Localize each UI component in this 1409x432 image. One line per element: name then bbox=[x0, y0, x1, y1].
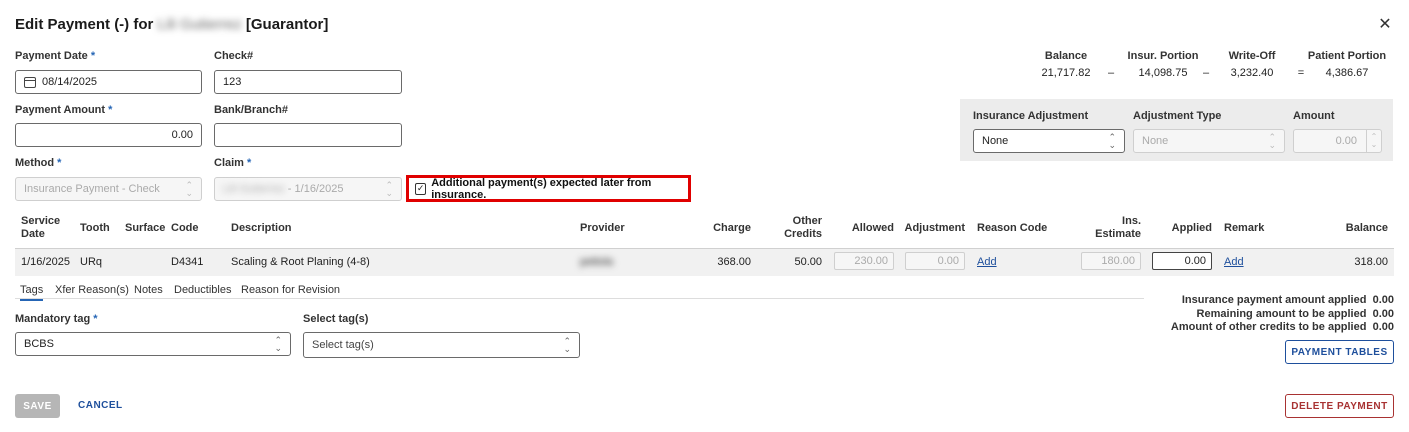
claim-date: - 1/16/2025 bbox=[284, 183, 344, 195]
reason-code-add-link[interactable]: Add bbox=[977, 256, 997, 268]
select-arrows-icon: ⌃ ⌄ bbox=[185, 180, 193, 198]
col-applied: Applied bbox=[1171, 222, 1212, 234]
adjustment-type-select[interactable]: None ⌃ ⌄ bbox=[1133, 129, 1285, 153]
col-adjustment: Adjustment bbox=[904, 222, 966, 234]
cancel-button[interactable]: CANCEL bbox=[78, 400, 123, 411]
remaining-amount: Remaining amount to be applied 0.00 bbox=[1196, 308, 1394, 320]
col-code: Code bbox=[171, 222, 199, 234]
tab-xfer-reasons[interactable]: Xfer Reason(s) bbox=[55, 284, 129, 296]
delete-payment-button[interactable]: DELETE PAYMENT bbox=[1285, 394, 1394, 418]
claim-select[interactable]: Lili Gutierrez - 1/16/2025 ⌃ ⌄ bbox=[214, 177, 402, 201]
col-reason-code: Reason Code bbox=[977, 222, 1048, 234]
adjustment-type-label: Adjustment Type bbox=[1133, 110, 1222, 122]
col-allowed: Allowed bbox=[851, 222, 894, 234]
insurance-adjustment-select[interactable]: None ⌃ ⌄ bbox=[973, 129, 1125, 153]
select-arrows-icon: ⌃ ⌄ bbox=[563, 336, 571, 354]
applied-input[interactable]: 0.00 bbox=[1152, 252, 1212, 270]
close-icon[interactable]: ✕ bbox=[1378, 14, 1392, 34]
payment-date-value: 08/14/2025 bbox=[42, 76, 98, 88]
method-select[interactable]: Insurance Payment - Check ⌃ ⌄ bbox=[15, 177, 202, 201]
payment-amount-input[interactable]: 0.00 bbox=[15, 123, 202, 147]
amount-label: Amount bbox=[1293, 110, 1335, 122]
tab-deductibles[interactable]: Deductibles bbox=[174, 284, 231, 296]
col-provider: Provider bbox=[580, 222, 625, 234]
method-value: Insurance Payment - Check bbox=[24, 183, 160, 195]
method-label: Method * bbox=[15, 157, 62, 169]
claim-name: Lili Gutierrez bbox=[223, 183, 285, 195]
write-off-value: 3,232.40 bbox=[1230, 67, 1274, 79]
calendar-icon bbox=[24, 76, 36, 88]
select-arrows-icon: ⌃ ⌄ bbox=[1108, 132, 1116, 150]
additional-payment-label: Additional payment(s) expected later fro… bbox=[431, 176, 652, 201]
check-number-label: Check# bbox=[214, 50, 254, 62]
cell-tooth: URq bbox=[80, 256, 103, 268]
insur-portion-value: 14,098.75 bbox=[1138, 67, 1188, 79]
col-surface: Surface bbox=[125, 222, 166, 234]
cell-provider: pettola bbox=[580, 256, 614, 268]
amount-stepper[interactable]: ⌃ ⌄ bbox=[1366, 130, 1381, 152]
minus-sign: – bbox=[1107, 67, 1115, 79]
select-tags-select[interactable]: Select tag(s) ⌃ ⌄ bbox=[303, 332, 580, 358]
col-balance: Balance bbox=[1345, 222, 1388, 234]
insurance-adjustment-label: Insurance Adjustment bbox=[973, 110, 1089, 122]
col-charge: Charge bbox=[713, 222, 751, 234]
ins-payment-applied: Insurance payment amount applied 0.00 bbox=[1181, 294, 1394, 306]
mandatory-tag-select[interactable]: BCBS ⌃ ⌄ bbox=[15, 332, 291, 356]
col-service-date: Service Date bbox=[21, 215, 61, 240]
balance-label: Balance bbox=[1044, 50, 1088, 62]
ins-estimate-input[interactable]: 180.00 bbox=[1081, 252, 1141, 270]
payment-tables-button[interactable]: PAYMENT TABLES bbox=[1285, 340, 1394, 364]
balance-value: 21,717.82 bbox=[1041, 67, 1091, 79]
cell-description: Scaling & Root Planing (4-8) bbox=[231, 256, 370, 268]
check-number-input[interactable]: 123 bbox=[214, 70, 402, 94]
select-arrows-icon: ⌃ ⌄ bbox=[385, 180, 393, 198]
additional-payment-checkbox[interactable]: ✓ bbox=[415, 182, 427, 195]
save-button[interactable]: SAVE bbox=[15, 394, 60, 418]
write-off-label: Write-Off bbox=[1228, 50, 1276, 62]
other-credits-amount: Amount of other credits to be applied 0.… bbox=[1170, 321, 1394, 333]
col-description: Description bbox=[231, 222, 292, 234]
payment-amount-label: Payment Amount * bbox=[15, 104, 113, 116]
additional-payment-highlight[interactable]: ✓ Additional payment(s) expected later f… bbox=[406, 175, 691, 202]
payment-date-input[interactable]: 08/14/2025 bbox=[15, 70, 202, 94]
select-arrows-icon: ⌃ ⌄ bbox=[1268, 132, 1276, 150]
patient-portion-label: Patient Portion bbox=[1307, 50, 1387, 62]
select-arrows-icon: ⌃ ⌄ bbox=[274, 335, 282, 353]
tab-reason-for-revision[interactable]: Reason for Revision bbox=[241, 284, 340, 296]
remark-add-link[interactable]: Add bbox=[1224, 256, 1244, 268]
adjustment-input[interactable]: 0.00 bbox=[905, 252, 965, 270]
col-ins-estimate: Ins. Estimate bbox=[1095, 215, 1141, 240]
bank-branch-label: Bank/Branch# bbox=[214, 104, 288, 116]
title-suffix: [Guarantor] bbox=[245, 16, 329, 33]
cell-other-credits: 50.00 bbox=[794, 256, 822, 268]
col-tooth: Tooth bbox=[80, 222, 110, 234]
dialog-title: Edit Payment (-) for Lili Gutierrez [Gua… bbox=[15, 16, 328, 33]
tab-divider bbox=[15, 298, 1144, 299]
payment-amount-value: 0.00 bbox=[171, 129, 193, 141]
title-prefix: Edit Payment (-) for bbox=[15, 16, 154, 33]
cell-charge: 368.00 bbox=[717, 256, 751, 268]
cell-service-date: 1/16/2025 bbox=[21, 256, 70, 268]
mandatory-tag-label: Mandatory tag * bbox=[15, 313, 98, 325]
tab-notes[interactable]: Notes bbox=[134, 284, 163, 296]
patient-portion-value: 4,386.67 bbox=[1325, 67, 1369, 79]
cell-code: D4341 bbox=[171, 256, 204, 268]
guarantor-name: Lili Gutierrez bbox=[157, 16, 242, 33]
allowed-input[interactable]: 230.00 bbox=[834, 252, 894, 270]
select-tags-label: Select tag(s) bbox=[303, 313, 369, 325]
col-remark: Remark bbox=[1224, 222, 1265, 234]
check-number-value: 123 bbox=[223, 76, 242, 88]
cell-balance: 318.00 bbox=[1354, 256, 1388, 268]
claim-label: Claim * bbox=[214, 157, 252, 169]
insur-portion-label: Insur. Portion bbox=[1127, 50, 1199, 62]
minus-sign: – bbox=[1202, 67, 1210, 79]
col-other-credits: Other Credits bbox=[784, 215, 822, 240]
bank-branch-input[interactable] bbox=[214, 123, 402, 147]
payment-date-label: Payment Date * bbox=[15, 50, 96, 62]
